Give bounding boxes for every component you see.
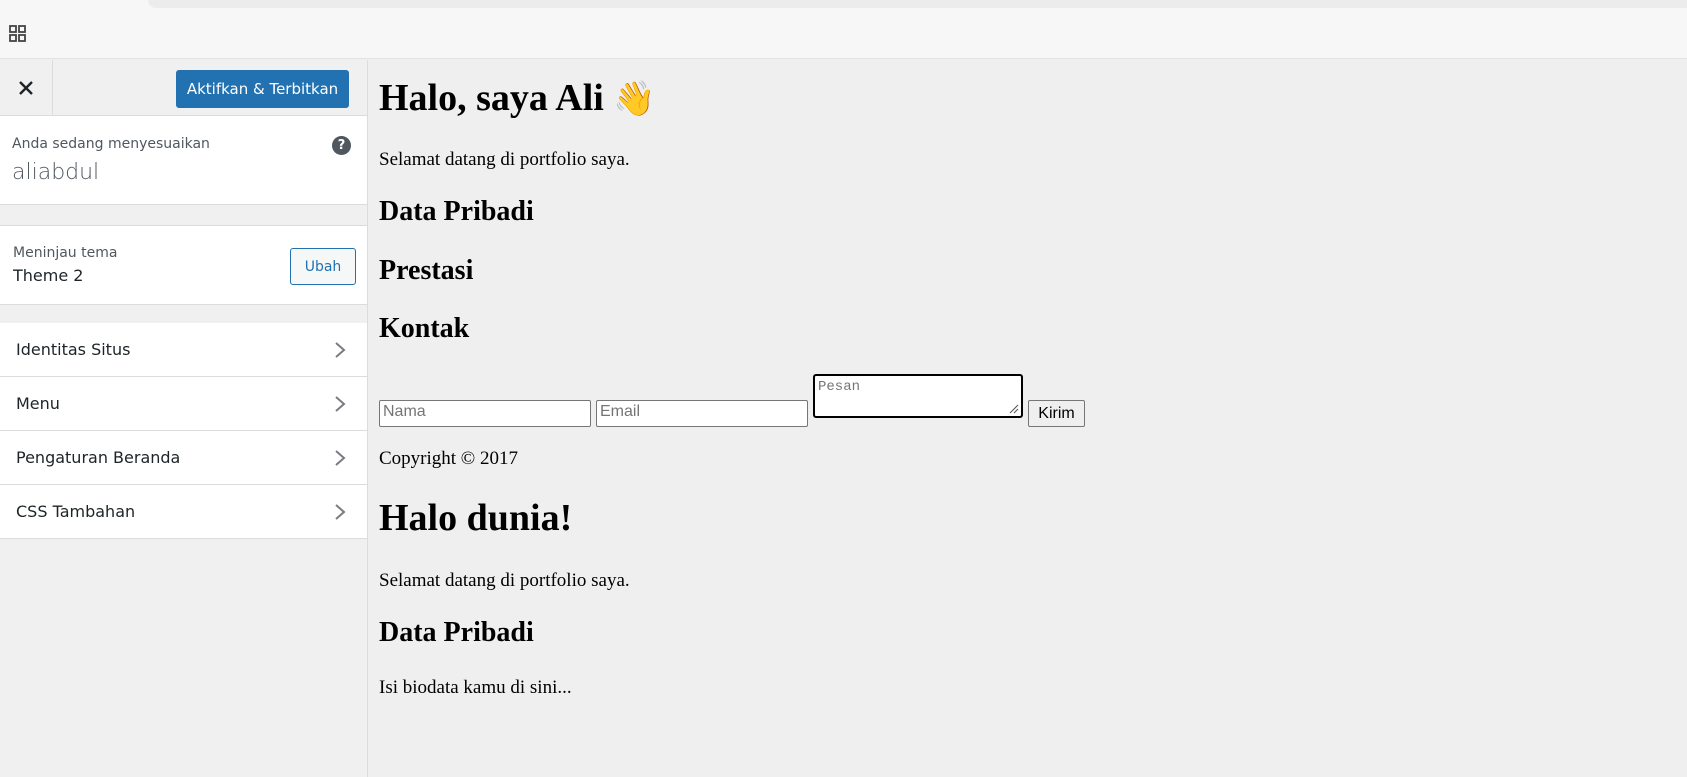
- section-site-identity[interactable]: Identitas Situs: [0, 323, 367, 377]
- hero-title: Halo, saya Ali 👋: [379, 76, 656, 120]
- resize-grip-icon[interactable]: [1009, 404, 1019, 414]
- email-input[interactable]: Email: [596, 400, 808, 427]
- close-customizer-button[interactable]: [0, 60, 53, 116]
- heading-prestasi: Prestasi: [379, 255, 474, 286]
- publish-button[interactable]: Aktifkan & Terbitkan: [176, 70, 349, 108]
- browser-toolbar: [0, 0, 1687, 59]
- post-heading-data-pribadi: Data Pribadi: [379, 617, 534, 648]
- theme-preview-box: Meninjau tema Theme 2 Ubah: [0, 225, 367, 305]
- waving-hand-icon: 👋: [613, 79, 656, 119]
- heading-kontak: Kontak: [379, 313, 470, 344]
- section-menus[interactable]: Menu: [0, 377, 367, 431]
- bio-text: Isi biodata kamu di sini...: [379, 677, 572, 698]
- address-bar[interactable]: [148, 0, 1687, 8]
- close-icon: [19, 81, 33, 95]
- copyright-text: Copyright © 2017: [379, 448, 518, 469]
- theme-label: Meninjau tema: [13, 245, 118, 261]
- change-theme-button[interactable]: Ubah: [290, 248, 356, 285]
- chevron-right-icon: [335, 396, 346, 412]
- submit-button[interactable]: Kirim: [1028, 400, 1085, 427]
- chevron-right-icon: [335, 504, 346, 520]
- hero-title-text: Halo, saya Ali: [379, 77, 604, 119]
- message-placeholder: Pesan: [818, 379, 861, 395]
- apps-grid-icon[interactable]: [8, 24, 28, 44]
- customizing-info: Anda sedang menyesuaikan aliabdul ?: [0, 116, 367, 205]
- heading-data-pribadi: Data Pribadi: [379, 196, 534, 227]
- section-label: CSS Tambahan: [16, 502, 136, 521]
- welcome-text: Selamat datang di portfolio saya.: [379, 149, 630, 170]
- section-label: Pengaturan Beranda: [16, 448, 181, 467]
- message-textarea[interactable]: Pesan: [813, 374, 1023, 418]
- post-title: Halo dunia!: [379, 497, 573, 539]
- site-name: aliabdul: [12, 160, 100, 185]
- site-preview: Halo, saya Ali 👋 Selamat datang di portf…: [369, 60, 1687, 777]
- section-additional-css[interactable]: CSS Tambahan: [0, 485, 367, 539]
- customizer-sidebar: Aktifkan & Terbitkan Anda sedang menyesu…: [0, 60, 368, 777]
- chevron-right-icon: [335, 342, 346, 358]
- section-label: Identitas Situs: [16, 340, 131, 359]
- section-label: Menu: [16, 394, 60, 413]
- customizer-header: Aktifkan & Terbitkan: [0, 60, 367, 116]
- chevron-right-icon: [335, 450, 346, 466]
- name-input[interactable]: Nama: [379, 400, 591, 427]
- post-welcome-text: Selamat datang di portfolio saya.: [379, 570, 630, 591]
- section-homepage-settings[interactable]: Pengaturan Beranda: [0, 431, 367, 485]
- customizing-label: Anda sedang menyesuaikan: [12, 136, 210, 152]
- help-icon[interactable]: ?: [332, 136, 351, 155]
- theme-name: Theme 2: [13, 266, 84, 285]
